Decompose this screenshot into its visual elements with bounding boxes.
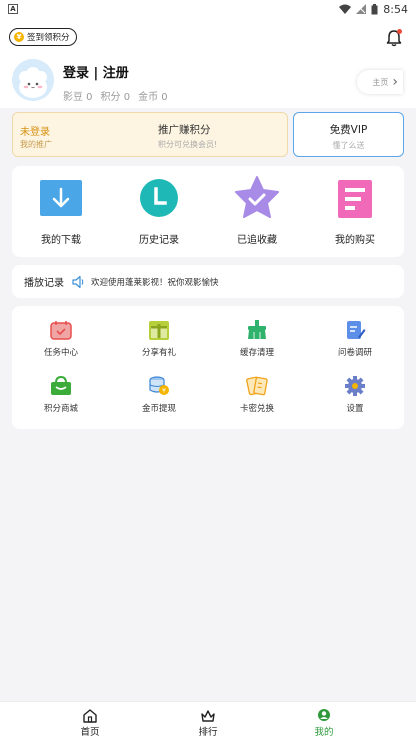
promotion-card[interactable]: 未登录 我的推广 推广赚积分 积分可兑换会员! (12, 112, 288, 157)
promotion-desc: 积分可兑换会员! (158, 140, 218, 149)
star-icon (235, 176, 279, 218)
crown-icon (201, 710, 215, 722)
card-redeem-label: 卡密兑换 (239, 404, 274, 414)
stat-points: 积分 0 (100, 92, 131, 103)
user-icon (318, 709, 330, 721)
notification-dot (397, 29, 402, 34)
my-purchases-label: 我的购买 (335, 235, 375, 246)
share-gift-label: 分享有礼 (141, 348, 176, 358)
card-redeem-item[interactable]: 卡密兑换 (208, 376, 306, 414)
nav-home[interactable]: 首页 (60, 709, 120, 738)
notification-button[interactable] (385, 29, 403, 47)
cache-clean-label: 缓存清理 (239, 348, 274, 358)
homepage-button[interactable]: 主页 › (357, 70, 403, 94)
coin-withdraw-item[interactable]: ¥ 金币提现 (110, 376, 208, 414)
free-vip-title: 免费VIP (329, 124, 368, 136)
status-bar: A 8:54 (0, 0, 416, 18)
play-record-bar[interactable]: 播放记录 欢迎使用蓬莱影视！祝你观影愉快 (12, 265, 404, 298)
login-register-link[interactable]: 登录 | 注册 (63, 62, 129, 81)
speaker-icon (72, 275, 84, 288)
clock-icon (140, 179, 178, 217)
coin-withdraw-label: 金币提现 (141, 404, 176, 414)
history-label: 历史记录 (139, 235, 179, 246)
my-purchases-item[interactable]: 我的购买 (306, 180, 404, 246)
share-gift-item[interactable]: 分享有礼 (110, 320, 208, 358)
avatar-image (12, 59, 54, 101)
free-vip-card[interactable]: 免费VIP 懂了么送 (293, 112, 404, 157)
survey-item[interactable]: 问卷调研 (306, 320, 404, 358)
survey-label: 问卷调研 (337, 348, 372, 358)
promo-row: 未登录 我的推广 推广赚积分 积分可兑换会员! 免费VIP 懂了么送 (12, 112, 404, 157)
settings-label: 设置 (346, 404, 364, 414)
profile-header: ¥ 签到领积分 登录 | 注册 影豆 0 积分 0 金币 0 主页 › (0, 18, 416, 108)
homepage-label: 主页 (372, 77, 389, 87)
play-record-title: 播放记录 (24, 278, 64, 289)
edit-document-icon (347, 321, 366, 339)
svg-text:¥: ¥ (162, 388, 166, 395)
wifi-icon (339, 4, 352, 14)
download-icon (40, 180, 82, 216)
nav-ranking-label: 排行 (198, 727, 218, 738)
cards-icon (246, 376, 268, 396)
favorites-label: 已追收藏 (237, 235, 277, 246)
signin-button[interactable]: ¥ 签到领积分 (9, 28, 77, 46)
stat-coins: 金币 0 (138, 92, 168, 103)
clock: 8:54 (383, 2, 408, 16)
task-center-label: 任务中心 (43, 348, 78, 358)
welcome-notice: 欢迎使用蓬莱影视！祝你观影愉快 (91, 277, 219, 288)
tools-grid-card: 任务中心 分享有礼 缓存清理 问卷调研 积分商城 ¥ 金币提现 卡密兑换 设置 (12, 306, 404, 429)
home-icon (83, 709, 97, 723)
app-notification-icon: A (8, 4, 18, 14)
nav-ranking[interactable]: 排行 (178, 709, 238, 738)
coins-icon: ¥ (149, 376, 169, 395)
my-downloads-label: 我的下载 (41, 235, 81, 246)
cache-clean-item[interactable]: 缓存清理 (208, 320, 306, 358)
signin-label: 签到领积分 (27, 33, 70, 43)
shopping-bag-icon (51, 376, 71, 395)
main-grid-card: 我的下载 历史记录 已追收藏 我的购买 (12, 166, 404, 257)
broom-icon (248, 320, 266, 339)
chevron-right-icon: › (392, 74, 398, 90)
nav-mine-label: 我的 (314, 727, 334, 738)
free-vip-sub: 懂了么送 (332, 141, 365, 150)
coin-icon: ¥ (14, 32, 24, 42)
settings-item[interactable]: 设置 (306, 376, 404, 414)
my-promotion-label: 我的推广 (20, 140, 52, 149)
favorites-item[interactable]: 已追收藏 (208, 176, 306, 246)
calendar-icon (50, 321, 72, 340)
points-mall-item[interactable]: 积分商城 (12, 376, 110, 414)
points-mall-label: 积分商城 (43, 404, 78, 414)
login-status: 未登录 (20, 127, 50, 138)
my-downloads-item[interactable]: 我的下载 (12, 180, 110, 246)
promotion-title: 推广赚积分 (158, 124, 211, 136)
avatar[interactable] (12, 59, 54, 101)
task-center-item[interactable]: 任务中心 (12, 320, 110, 358)
history-item[interactable]: 历史记录 (110, 179, 208, 246)
gear-icon (345, 376, 365, 396)
nav-mine[interactable]: 我的 (294, 709, 354, 738)
document-icon (338, 180, 372, 218)
bottom-nav: 首页 排行 我的 (0, 701, 416, 741)
signal-icon (356, 4, 367, 14)
battery-icon (371, 3, 378, 14)
user-stats: 影豆 0 积分 0 金币 0 (63, 88, 168, 103)
gift-icon (149, 321, 169, 340)
stat-yingdou: 影豆 0 (63, 92, 93, 103)
nav-home-label: 首页 (80, 727, 100, 738)
